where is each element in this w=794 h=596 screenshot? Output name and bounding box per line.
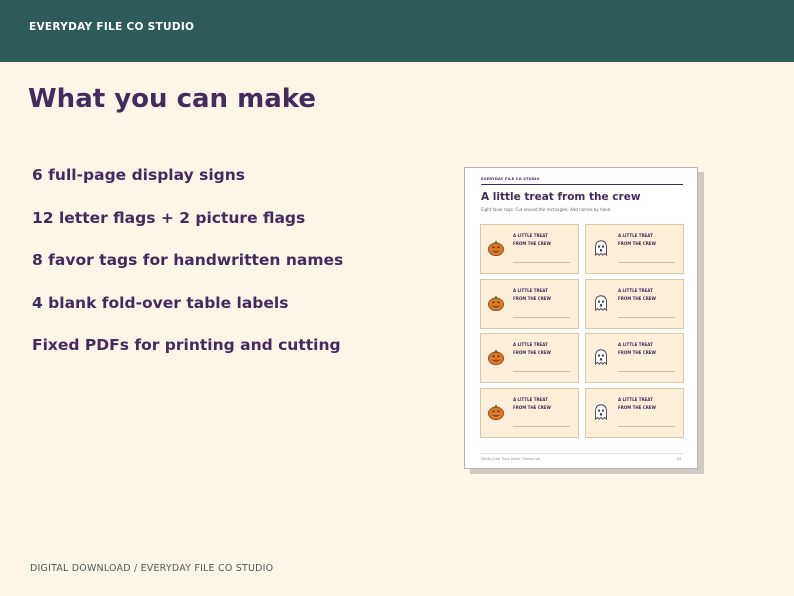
tag-label-line1: A LITTLE TREAT: [618, 342, 653, 347]
feature-item: 8 favor tags for handwritten names: [32, 251, 344, 269]
tag-label-line2: FROM THE CREW: [513, 295, 551, 301]
tag-label-line1: A LITTLE TREAT: [513, 396, 548, 402]
tag-label-line2: FROM THE CREW: [513, 350, 551, 355]
favor-tag: A LITTLE TREAT FROM THE CREW: [585, 224, 684, 274]
pumpkin-icon: [487, 294, 505, 312]
top-banner: EVERYDAY FILE CO STUDIO: [0, 0, 794, 62]
pumpkin-icon: [487, 239, 505, 257]
name-write-line: [618, 316, 675, 318]
favor-tag: A LITTLE TREAT FROM THE CREW: [585, 387, 684, 438]
preview-footer-divider: [481, 453, 683, 454]
tag-label-line2: FROM THE CREW: [618, 404, 656, 410]
preview-brand: EVERYDAY FILE CO STUDIO: [481, 177, 540, 181]
name-write-line: [513, 371, 570, 372]
feature-list: 6 full-page display signs 12 letter flag…: [32, 164, 343, 377]
feature-item: 6 full-page display signs: [32, 166, 245, 184]
brand-name: EVERYDAY FILE CO STUDIO: [29, 21, 195, 33]
name-write-line: [618, 425, 675, 427]
preview-divider: [481, 184, 683, 185]
tag-label-line1: A LITTLE TREAT: [513, 233, 548, 238]
preview-subtitle: Eight favor tags. Cut around the rectang…: [481, 207, 612, 212]
favor-tag-grid: A LITTLE TREAT FROM THE CREW A LITTLE TREA…: [480, 224, 684, 438]
favor-tag: A LITTLE TREAT FROM THE CREW: [480, 387, 579, 438]
tag-label-line1: A LITTLE TREAT: [618, 233, 653, 238]
preview-title: A little treat from the crew: [481, 191, 641, 203]
preview-page-number: 04: [676, 457, 681, 461]
feature-item: Fixed PDFs for printing and cutting: [32, 336, 341, 354]
ghost-icon: [592, 239, 610, 257]
name-write-line: [513, 316, 570, 318]
tag-label-line2: FROM THE CREW: [513, 404, 551, 410]
favor-tag: A LITTLE TREAT FROM THE CREW: [480, 278, 579, 329]
document-preview: EVERYDAY FILE CO STUDIO A little treat f…: [464, 167, 698, 469]
page-title: What you can make: [28, 84, 316, 114]
tag-label-line2: FROM THE CREW: [618, 350, 656, 355]
ghost-icon: [592, 294, 610, 312]
name-write-line: [513, 425, 570, 427]
tag-label-line1: A LITTLE TREAT: [513, 287, 548, 293]
name-write-line: [618, 262, 675, 263]
tag-label-line1: A LITTLE TREAT: [618, 287, 653, 293]
ghost-icon: [592, 403, 610, 421]
tag-label-line1: A LITTLE TREAT: [618, 396, 653, 402]
pumpkin-icon: [487, 403, 505, 421]
pumpkin-icon: [487, 348, 505, 366]
ghost-icon: [592, 348, 610, 366]
favor-tag: A LITTLE TREAT FROM THE CREW: [480, 224, 579, 274]
feature-item: 12 letter flags + 2 picture flags: [32, 208, 306, 227]
tag-label-line2: FROM THE CREW: [618, 295, 656, 301]
tag-label-line2: FROM THE CREW: [618, 241, 656, 246]
preview-footer-left: Family Crew Trunk Decor | Favour set: [481, 457, 541, 461]
favor-tag: A LITTLE TREAT FROM THE CREW: [480, 333, 579, 383]
name-write-line: [618, 371, 675, 372]
favor-tag: A LITTLE TREAT FROM THE CREW: [585, 333, 684, 383]
footer-text: DIGITAL DOWNLOAD / EVERYDAY FILE CO STUD…: [30, 563, 274, 574]
tag-label-line1: A LITTLE TREAT: [513, 342, 548, 347]
name-write-line: [513, 262, 570, 263]
tag-label-line2: FROM THE CREW: [513, 241, 551, 246]
feature-item: 4 blank fold-over table labels: [32, 293, 289, 312]
favor-tag: A LITTLE TREAT FROM THE CREW: [585, 278, 684, 329]
